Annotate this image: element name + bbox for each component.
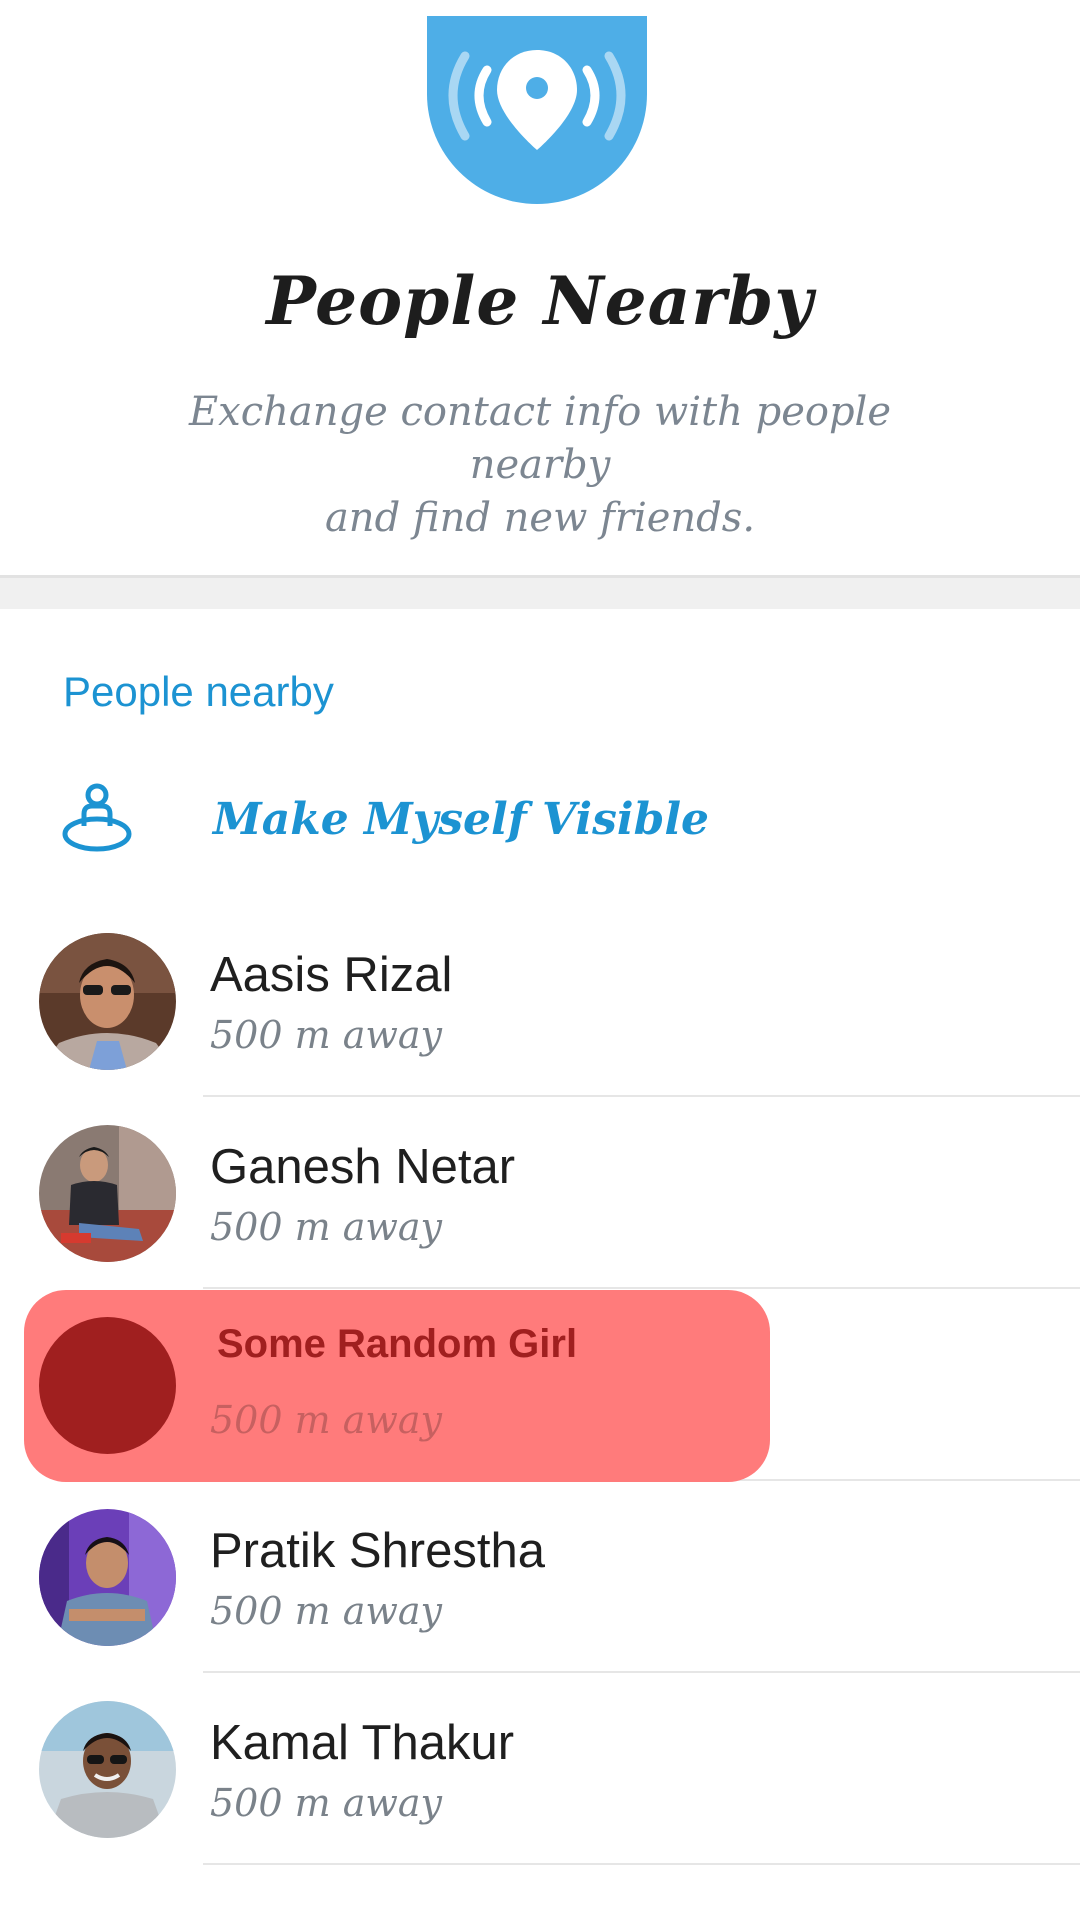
person-name: Aasis Rizal (210, 948, 453, 1002)
subtitle-line-2: and find new friends. (324, 495, 756, 541)
list-item[interactable]: Pratik Shrestha 500 m away (0, 1481, 1080, 1673)
person-distance: 500 m away (210, 1781, 443, 1825)
list-item[interactable]: Kamal Thakur 500 m away (0, 1673, 1080, 1865)
people-nearby-screen: People Nearby Exchange contact info with… (0, 0, 1080, 1920)
person-distance: 500 m away (210, 1205, 443, 1249)
avatar (39, 1317, 176, 1454)
section-divider (0, 575, 1080, 609)
hero-section: People Nearby Exchange contact info with… (0, 0, 1080, 575)
row-divider (203, 1863, 1080, 1865)
make-visible-label: Make Myself Visible (213, 794, 710, 845)
person-name: Pratik Shrestha (210, 1524, 545, 1578)
subtitle-line-1: Exchange contact info with people nearby (188, 389, 892, 488)
person-distance: 500 m away (210, 1013, 443, 1057)
person-distance: 500 m away (210, 1589, 443, 1633)
location-broadcast-icon (427, 16, 647, 204)
avatar (39, 1509, 176, 1646)
section-title: People nearby (63, 668, 334, 715)
person-name: Some Random Girl (217, 1322, 578, 1366)
person-name: Kamal Thakur (210, 1716, 515, 1770)
avatar (39, 1701, 176, 1838)
list-item[interactable]: Aasis Rizal 500 m away (0, 905, 1080, 1097)
person-distance: 500 m away (210, 1398, 443, 1442)
make-visible-button[interactable]: Make Myself Visible (0, 762, 1080, 882)
list-item[interactable]: Ganesh Netar 500 m away (0, 1097, 1080, 1289)
person-on-location-icon (62, 783, 132, 852)
avatar (39, 1125, 176, 1262)
page-title: People Nearby (266, 262, 814, 340)
person-name: Ganesh Netar (210, 1140, 516, 1194)
avatar (39, 933, 176, 1070)
page-subtitle: Exchange contact info with people nearby… (120, 386, 960, 545)
